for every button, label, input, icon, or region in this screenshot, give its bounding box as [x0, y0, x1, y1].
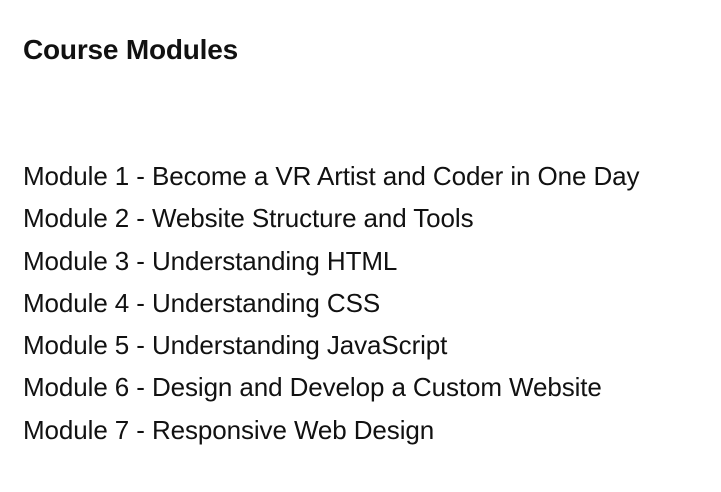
module-list: Module 1 - Become a VR Artist and Coder … — [23, 155, 640, 451]
module-item-3: Module 3 - Understanding HTML — [23, 245, 398, 276]
module-item-4: Module 4 - Understanding CSS — [23, 287, 381, 318]
module-item-1: Module 1 - Become a VR Artist and Coder … — [23, 161, 640, 191]
module-item-5: Module 5 - Understanding JavaScript — [23, 330, 448, 361]
module-item-2: Module 2 - Website Structure and Tools — [23, 203, 474, 234]
page-title: Course Modules — [23, 34, 239, 65]
module-item-7: Module 7 - Responsive Web Design — [23, 414, 435, 445]
course-modules-page: Course Modules Module 1 - Become a VR Ar… — [0, 0, 721, 492]
module-item-6: Module 6 - Design and Develop a Custom W… — [23, 372, 602, 403]
